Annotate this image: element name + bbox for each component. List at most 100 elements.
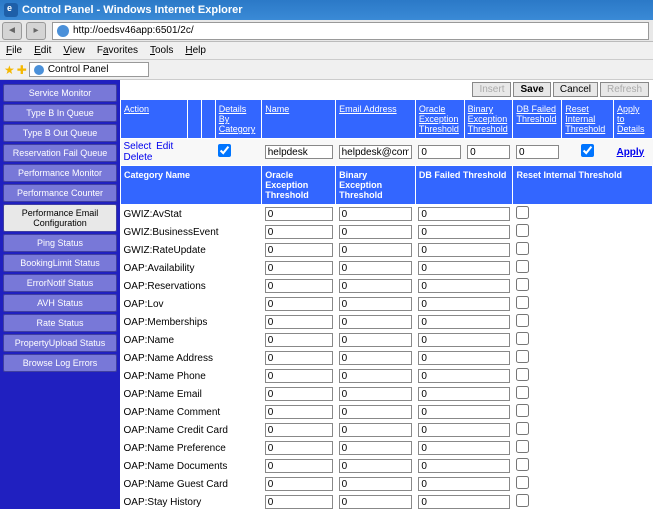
row-dbfailed-input[interactable] (418, 459, 510, 473)
row-reset-checkbox[interactable] (516, 458, 529, 471)
row-dbfailed-input[interactable] (418, 279, 510, 293)
row-binary-input[interactable] (339, 261, 413, 275)
menu-view[interactable]: View (63, 45, 85, 56)
row-oracle-input[interactable] (265, 261, 333, 275)
sidebar-item-ping-status[interactable]: Ping Status (3, 234, 117, 252)
row-dbfailed-input[interactable] (418, 351, 510, 365)
row-binary-input[interactable] (339, 369, 413, 383)
row-binary-input[interactable] (339, 225, 413, 239)
row-oracle-input[interactable] (265, 297, 333, 311)
row-binary-input[interactable] (339, 423, 413, 437)
row-dbfailed-input[interactable] (418, 225, 510, 239)
row-reset-checkbox[interactable] (516, 314, 529, 327)
row-binary-input[interactable] (339, 351, 413, 365)
row-binary-input[interactable] (339, 279, 413, 293)
address-input[interactable]: http://oedsv46app:6501/2c/ (52, 22, 649, 40)
sidebar-item-type-b-out-queue[interactable]: Type B Out Queue (3, 124, 117, 142)
row-reset-checkbox[interactable] (516, 350, 529, 363)
row-reset-checkbox[interactable] (516, 278, 529, 291)
cancel-button[interactable]: Cancel (553, 82, 598, 97)
delete-link[interactable]: Delete (124, 152, 153, 163)
email-input[interactable] (339, 145, 413, 159)
row-dbfailed-input[interactable] (418, 243, 510, 257)
row-binary-input[interactable] (339, 207, 413, 221)
row-oracle-input[interactable] (265, 477, 333, 491)
row-oracle-input[interactable] (265, 369, 333, 383)
row-dbfailed-input[interactable] (418, 495, 510, 509)
forward-button[interactable]: ▸ (26, 22, 46, 40)
row-binary-input[interactable] (339, 315, 413, 329)
sidebar-item-service-monitor[interactable]: Service Monitor (3, 84, 117, 102)
row-binary-input[interactable] (339, 243, 413, 257)
edit-link[interactable]: Edit (156, 141, 173, 152)
apply-link[interactable]: Apply (616, 147, 644, 158)
menu-edit[interactable]: Edit (34, 45, 51, 56)
row-oracle-input[interactable] (265, 225, 333, 239)
reset-checkbox[interactable] (581, 144, 594, 157)
row-reset-checkbox[interactable] (516, 242, 529, 255)
row-reset-checkbox[interactable] (516, 260, 529, 273)
row-reset-checkbox[interactable] (516, 404, 529, 417)
row-reset-checkbox[interactable] (516, 440, 529, 453)
row-dbfailed-input[interactable] (418, 387, 510, 401)
row-dbfailed-input[interactable] (418, 477, 510, 491)
sidebar-item-avh-status[interactable]: AVH Status (3, 294, 117, 312)
row-oracle-input[interactable] (265, 333, 333, 347)
row-dbfailed-input[interactable] (418, 441, 510, 455)
sidebar-item-rate-status[interactable]: Rate Status (3, 314, 117, 332)
oracle-input[interactable] (418, 145, 461, 159)
row-binary-input[interactable] (339, 333, 413, 347)
menu-tools[interactable]: Tools (150, 45, 173, 56)
row-dbfailed-input[interactable] (418, 207, 510, 221)
menu-file[interactable]: File (6, 45, 22, 56)
save-button[interactable]: Save (513, 82, 550, 97)
row-oracle-input[interactable] (265, 243, 333, 257)
row-dbfailed-input[interactable] (418, 333, 510, 347)
binary-input[interactable] (467, 145, 510, 159)
refresh-button[interactable]: Refresh (600, 82, 649, 97)
row-binary-input[interactable] (339, 405, 413, 419)
back-button[interactable]: ◄ (2, 22, 22, 40)
sidebar-item-browse-log-errors[interactable]: Browse Log Errors (3, 354, 117, 372)
row-reset-checkbox[interactable] (516, 494, 529, 507)
row-binary-input[interactable] (339, 387, 413, 401)
row-oracle-input[interactable] (265, 315, 333, 329)
row-reset-checkbox[interactable] (516, 224, 529, 237)
row-dbfailed-input[interactable] (418, 297, 510, 311)
row-dbfailed-input[interactable] (418, 315, 510, 329)
row-binary-input[interactable] (339, 441, 413, 455)
browser-tab[interactable]: Control Panel (29, 62, 150, 77)
row-oracle-input[interactable] (265, 441, 333, 455)
details-checkbox[interactable] (218, 144, 231, 157)
row-oracle-input[interactable] (265, 387, 333, 401)
select-link[interactable]: Select (124, 141, 152, 152)
sidebar-item-type-b-in-queue[interactable]: Type B In Queue (3, 104, 117, 122)
row-oracle-input[interactable] (265, 405, 333, 419)
row-oracle-input[interactable] (265, 351, 333, 365)
row-reset-checkbox[interactable] (516, 422, 529, 435)
sidebar-item-performance-monitor[interactable]: Performance Monitor (3, 164, 117, 182)
menu-help[interactable]: Help (185, 45, 206, 56)
row-oracle-input[interactable] (265, 207, 333, 221)
row-reset-checkbox[interactable] (516, 386, 529, 399)
sidebar-item-bookinglimit-status[interactable]: BookingLimit Status (3, 254, 117, 272)
row-reset-checkbox[interactable] (516, 296, 529, 309)
add-favorites-icon[interactable]: ✚ (17, 63, 27, 77)
row-reset-checkbox[interactable] (516, 368, 529, 381)
row-reset-checkbox[interactable] (516, 476, 529, 489)
row-dbfailed-input[interactable] (418, 405, 510, 419)
menu-favorites[interactable]: Favorites (97, 45, 138, 56)
row-oracle-input[interactable] (265, 279, 333, 293)
row-oracle-input[interactable] (265, 495, 333, 509)
row-binary-input[interactable] (339, 477, 413, 491)
row-dbfailed-input[interactable] (418, 261, 510, 275)
sidebar-item-reservation-fail-queue[interactable]: Reservation Fail Queue (3, 144, 117, 162)
sidebar-item-propertyupload-status[interactable]: PropertyUpload Status (3, 334, 117, 352)
row-binary-input[interactable] (339, 459, 413, 473)
favorites-star-icon[interactable]: ★ (4, 63, 15, 77)
row-dbfailed-input[interactable] (418, 423, 510, 437)
row-reset-checkbox[interactable] (516, 206, 529, 219)
row-oracle-input[interactable] (265, 459, 333, 473)
row-binary-input[interactable] (339, 297, 413, 311)
dbfailed-input[interactable] (516, 145, 559, 159)
